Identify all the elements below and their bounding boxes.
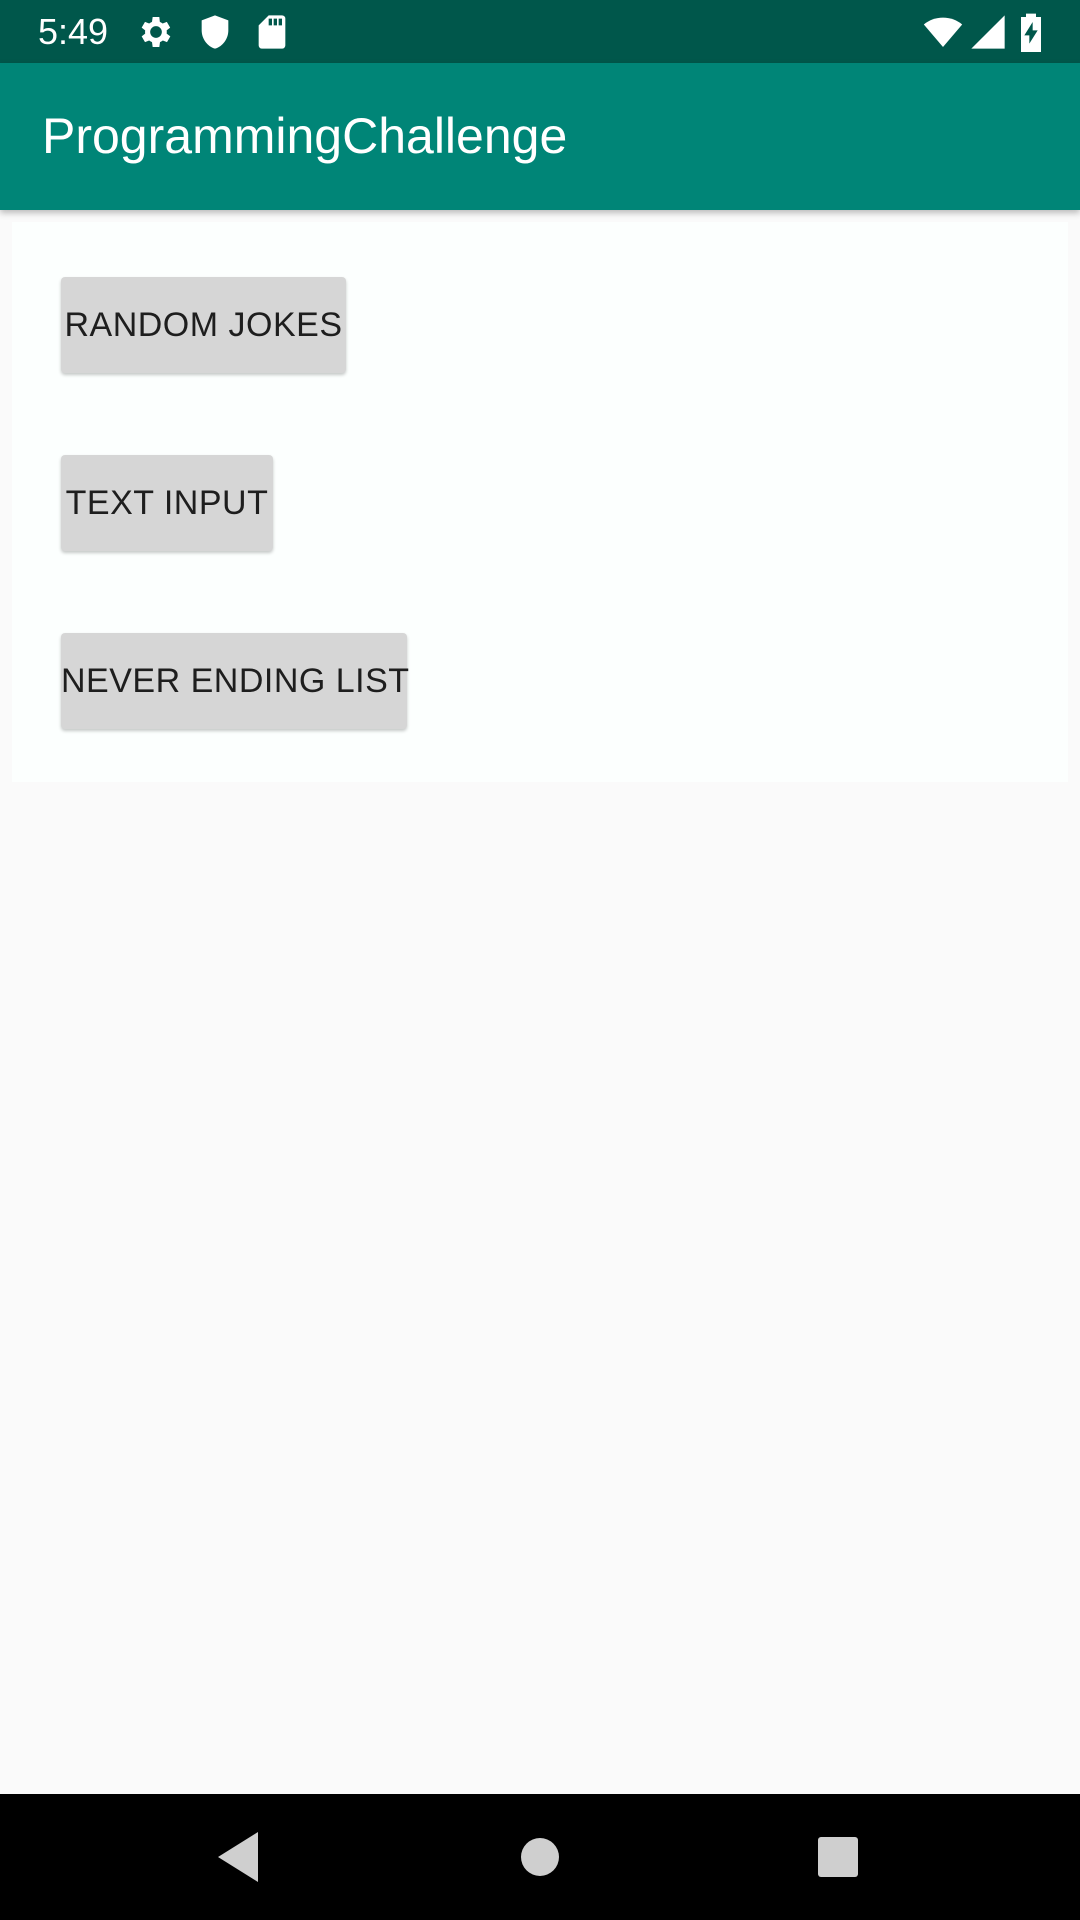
wifi-icon: [920, 12, 966, 52]
navigation-bar: [0, 1794, 1080, 1920]
random-jokes-button[interactable]: RANDOM JOKES: [61, 277, 346, 373]
app-title: ProgrammingChallenge: [42, 108, 568, 164]
status-time: 5:49: [38, 11, 109, 52]
never-ending-list-button[interactable]: NEVER ENDING LIST: [61, 633, 409, 729]
shield-icon: [195, 12, 235, 52]
text-input-button[interactable]: TEXT INPUT: [61, 455, 273, 551]
recents-icon[interactable]: [805, 1824, 871, 1890]
status-bar: 5:49: [0, 0, 1080, 63]
sd-card-icon: [252, 12, 292, 52]
app-bar: ProgrammingChallenge: [0, 63, 1080, 210]
home-icon[interactable]: [507, 1824, 573, 1890]
signal-icon: [968, 12, 1008, 52]
battery-charging-icon: [1017, 12, 1045, 52]
gear-icon: [136, 12, 176, 52]
back-icon[interactable]: [206, 1824, 272, 1890]
